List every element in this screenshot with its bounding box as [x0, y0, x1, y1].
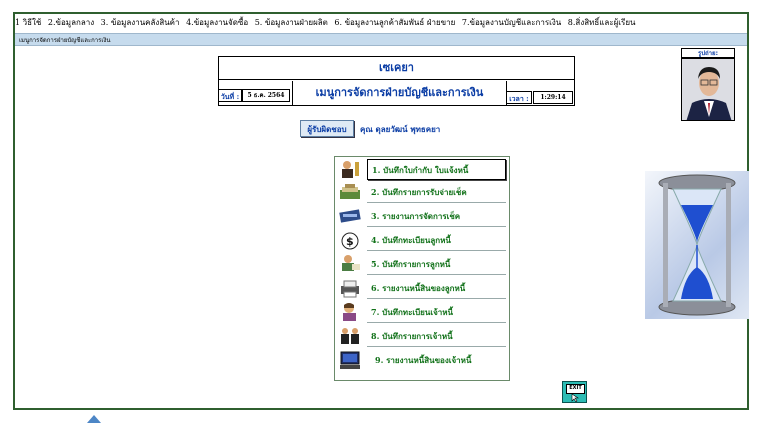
computer-icon: [337, 349, 363, 371]
person-phone-icon: [337, 301, 363, 323]
company-name: เซเคยา: [218, 56, 575, 80]
menu-item-check-report[interactable]: 3. รายงานการจัดการเช็ค: [367, 206, 506, 227]
printer-icon: [337, 277, 363, 299]
time-label: เวลา :: [506, 91, 532, 104]
form-title-bar: เมนูการจัดการฝ่ายบัญชีและการเงิน: [15, 33, 747, 46]
people-meeting-icon: [337, 325, 363, 347]
navigation-up-icon[interactable]: [86, 414, 102, 423]
menu-item-invoice[interactable]: 1. บันทึกใบกำกับ ใบแจ้งหนี้: [367, 159, 506, 180]
menu-item-production[interactable]: 5. ข้อมูลงานฝ่ายผลิต: [255, 18, 328, 27]
user-photo: [681, 58, 735, 121]
date-label: วันที่ :: [218, 89, 242, 102]
menu-item-debtor-registry[interactable]: 4. บันทึกทะเบียนลูกหนี้: [367, 230, 506, 251]
menu-item-warehouse[interactable]: 3. ข้อมูลงานคลังสินค้า: [101, 18, 180, 27]
date-value: 5 ธ.ค. 2564: [242, 89, 290, 102]
hourglass-icon: [645, 171, 749, 319]
menu-item-debtor-report[interactable]: 6. รายงานหนี้สินของลูกหนี้: [367, 278, 506, 299]
menu-item-creditor-registry[interactable]: 7. บันทึกทะเบียนเจ้าหนี้: [367, 302, 506, 323]
menu-bar: 1 วิธีใช้ 2.ข้อมูลกลาง 3. ข้อมูลงานคลังส…: [15, 14, 747, 32]
menu-item-sales-crm[interactable]: 6. ข้อมูลงานลูกค้าสัมพันธ์ ฝ่ายขาย: [334, 18, 455, 27]
responsible-button[interactable]: ผู้รับผิดชอบ: [300, 120, 354, 137]
exit-button[interactable]: EXIT: [562, 381, 587, 403]
menu-item-debtor-transactions[interactable]: 5. บันทึกรายการลูกหนี้: [367, 254, 506, 275]
menu-item-rights[interactable]: 8.สิ่งสิทธิ์และผู้เรียน: [568, 18, 636, 27]
menu-item-accounting[interactable]: 7.ข้อมูลงานบัญชีและการเงิน: [462, 18, 561, 27]
menu-item-central-data[interactable]: 2.ข้อมูลกลาง: [48, 18, 94, 27]
money-stack-icon: [337, 181, 363, 203]
menu-item-check-transactions[interactable]: 2. บันทึกรายการรับจ่ายเช็ค: [367, 182, 506, 203]
person-reading-icon: [337, 253, 363, 275]
dollar-bag-icon: $: [337, 229, 363, 251]
menu-item-creditor-transactions[interactable]: 8. บันทึกรายการเจ้าหนี้: [367, 326, 506, 347]
time-value: 1:29:14: [533, 91, 573, 104]
responsible-name: คุณ ดุลยวัฒน์ พุทธคยา: [360, 124, 441, 134]
menu-item-purchasing[interactable]: 4.ข้อมูลงานจัดซื้อ: [186, 18, 248, 27]
page-title: เมนูการจัดการฝ่ายบัญชีและการเงิน: [292, 81, 507, 105]
svg-text:$: $: [346, 235, 354, 248]
menu-item-help[interactable]: 1 วิธีใช้: [15, 18, 41, 27]
check-book-icon: [337, 205, 363, 227]
photo-label: รูปถ่าย:: [681, 48, 735, 58]
menu-item-creditor-report[interactable]: 9. รายงานหนี้สินของเจ้าหนี้: [367, 350, 506, 371]
person-with-lamp-icon: [337, 158, 363, 180]
